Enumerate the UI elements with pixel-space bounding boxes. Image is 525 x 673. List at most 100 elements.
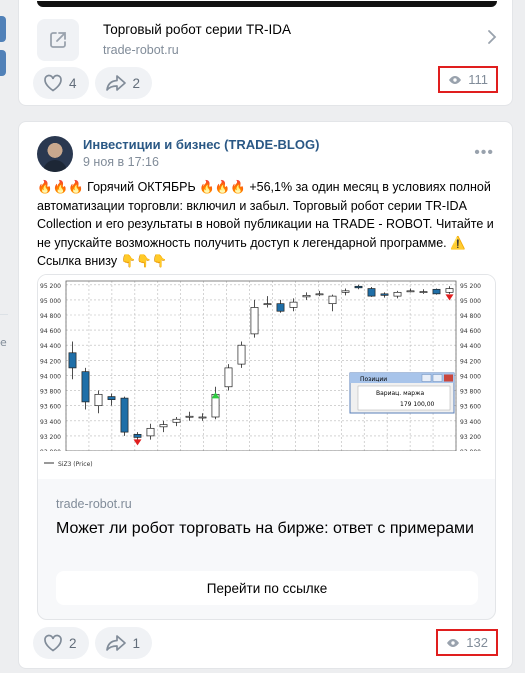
- candle-body: [289, 301, 298, 308]
- external-link-icon: [37, 19, 79, 61]
- candle-body: [341, 290, 350, 293]
- views-counter: 111: [438, 66, 498, 93]
- heart-icon: [44, 634, 62, 652]
- candle-body: [393, 291, 402, 297]
- y-tick-label-right: 93 200: [460, 434, 481, 441]
- like-button[interactable]: 2: [33, 627, 89, 659]
- avatar[interactable]: [37, 136, 73, 172]
- candle-body: [224, 367, 233, 388]
- y-tick-label-left: 95 200: [40, 283, 61, 290]
- link-preview[interactable]: 95 200 95 200 95 000 95 000 94 800 94 800 94 6…: [37, 274, 496, 620]
- y-tick-label-left: 93 600: [40, 404, 61, 411]
- y-tick-label-left: 94 400: [40, 343, 61, 350]
- rail-divider: [0, 314, 8, 315]
- share-button[interactable]: 2: [94, 67, 153, 99]
- candle-body: [380, 293, 389, 296]
- y-tick-label-left: 93 400: [40, 419, 61, 426]
- candle-body: [328, 295, 337, 305]
- candle-body: [185, 415, 194, 418]
- y-tick-label-left: 95 000: [40, 298, 61, 305]
- like-button[interactable]: 4: [33, 67, 89, 99]
- x-axis-area: [38, 451, 495, 479]
- y-tick-label-right: 93 400: [460, 419, 481, 426]
- candle-body: [172, 418, 181, 423]
- post-text: 🔥🔥🔥 Горячий ОКТЯБРЬ 🔥🔥🔥 +56,1% за один м…: [37, 180, 494, 268]
- candle-body: [354, 285, 363, 289]
- candle-body: [250, 307, 259, 335]
- y-tick-label-right: 95 000: [460, 298, 481, 305]
- window-control-button: [421, 374, 432, 382]
- y-tick-label-right: 93 600: [460, 404, 481, 411]
- more-options-icon[interactable]: •••: [474, 144, 494, 162]
- preview-url: trade-robot.ru: [56, 497, 132, 511]
- chart-image: 95 200 95 200 95 000 95 000 94 800 94 800 94 6…: [38, 275, 495, 479]
- y-tick-label-right: 94 800: [460, 313, 481, 320]
- eye-icon: [449, 75, 462, 84]
- preview-title[interactable]: Может ли робот торговать на бирже: ответ…: [56, 520, 474, 538]
- candle-body: [367, 288, 376, 297]
- candle-body: [406, 290, 415, 293]
- candle-body: [445, 288, 454, 293]
- candle-body: [120, 397, 129, 433]
- share-count: 1: [132, 635, 141, 651]
- y-tick-label-left: 94 800: [40, 313, 61, 320]
- y-tick-label-left: 93 800: [40, 389, 61, 396]
- y-tick-label-right: 94 400: [460, 343, 481, 350]
- candle-body: [159, 424, 168, 428]
- link-url: trade-robot.ru: [103, 43, 179, 57]
- share-icon: [105, 75, 126, 91]
- y-tick-label-left: 94 000: [40, 373, 61, 380]
- candle-body: [315, 293, 324, 296]
- candle-body: [81, 371, 90, 403]
- y-tick-label-right: 95 200: [460, 283, 481, 290]
- views-count: 111: [468, 72, 488, 87]
- post-actions: 4 2: [33, 67, 153, 99]
- y-tick-label-right: 94 000: [460, 373, 481, 380]
- positions-margin-label: Вариац. маржа: [376, 390, 424, 397]
- post-date[interactable]: 9 ноя в 17:16: [83, 155, 159, 169]
- positions-margin-value: 179 100,00: [400, 401, 435, 408]
- window-close-button: [444, 374, 453, 382]
- candle-body: [133, 434, 142, 438]
- candle-body: [302, 295, 311, 298]
- candlestick-chart: 95 200 95 200 95 000 95 000 94 800 94 800 94 6…: [38, 275, 495, 479]
- rail-nav-pill[interactable]: [0, 50, 6, 76]
- rail-cut-text: e: [0, 336, 7, 349]
- candle-body: [419, 291, 428, 293]
- post-author[interactable]: Инвестиции и бизнес (TRADE-BLOG): [83, 137, 319, 152]
- window-control-button: [432, 374, 443, 382]
- candle-body: [146, 427, 155, 437]
- positions-window-title: Позиции: [360, 376, 387, 383]
- media-bottom-edge: [37, 1, 497, 7]
- candle-body: [432, 288, 441, 295]
- series-label: SiZ3 (Price): [58, 461, 93, 468]
- share-button[interactable]: 1: [94, 627, 153, 659]
- chevron-right-icon: [487, 29, 497, 50]
- candle-body: [94, 393, 103, 407]
- share-count: 2: [132, 75, 141, 91]
- views-count: 132: [466, 635, 488, 650]
- candle-body: [237, 344, 246, 365]
- candle-body: [107, 396, 116, 400]
- y-tick-label-right: 94 600: [460, 328, 481, 335]
- y-tick-label-left: 93 200: [40, 434, 61, 441]
- y-tick-label-right: 93 800: [460, 389, 481, 396]
- y-tick-label-right: 94 200: [460, 358, 481, 365]
- link-attachment[interactable]: Торговый робот серии TR-IDA trade-robot.…: [37, 17, 497, 63]
- candle-body: [276, 303, 285, 312]
- post-actions: 2 1: [33, 627, 153, 659]
- y-tick-label-left: 94 200: [40, 358, 61, 365]
- rail-nav-pill[interactable]: [0, 16, 6, 42]
- eye-icon: [447, 638, 460, 647]
- like-count: 2: [69, 635, 77, 651]
- like-count: 4: [69, 75, 77, 91]
- views-counter: 132: [436, 629, 498, 656]
- candle-body: [68, 352, 77, 369]
- y-tick-label-left: 94 600: [40, 328, 61, 335]
- candle-body: [263, 303, 272, 306]
- open-link-button[interactable]: Перейти по ссылке: [56, 571, 478, 605]
- link-title[interactable]: Торговый робот серии TR-IDA: [103, 22, 291, 37]
- post-card-1: Торговый робот серии TR-IDA trade-robot.…: [18, 0, 513, 106]
- share-icon: [105, 635, 126, 651]
- left-rail: e: [0, 0, 12, 673]
